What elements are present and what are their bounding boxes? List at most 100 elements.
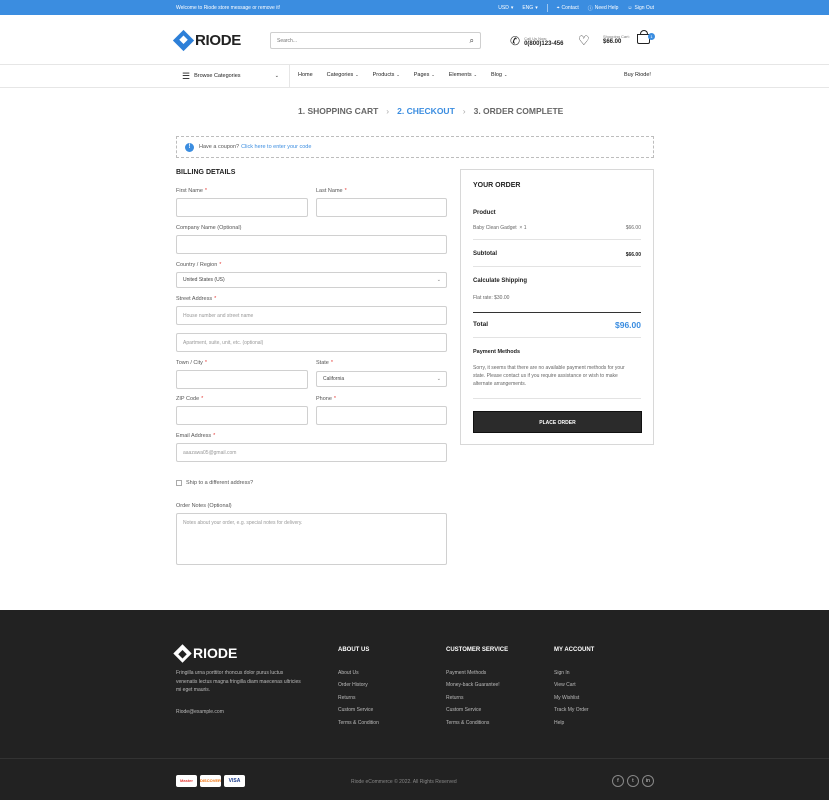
last-name-label: Last Name * [316, 188, 347, 194]
first-name-label: First Name * [176, 188, 208, 194]
facebook-icon[interactable]: f [612, 775, 624, 787]
menu-icon: ☰ [182, 70, 191, 81]
coupon-link[interactable]: Click here to enter your code [241, 144, 311, 150]
coupon-notice: ! Have a coupon? Click here to enter you… [176, 136, 654, 158]
logo-mark-icon [172, 29, 195, 52]
social-links: f t in [612, 775, 654, 787]
chevron-down-icon: ⌄ [504, 72, 508, 77]
chevron-down-icon: ⌄ [473, 72, 477, 77]
chevron-right-icon: › [386, 106, 390, 116]
logo-mark-icon [173, 643, 192, 663]
phone-field[interactable] [316, 406, 447, 425]
place-order-button[interactable]: PLACE ORDER [473, 411, 642, 433]
linkedin-icon[interactable]: in [642, 775, 654, 787]
payment-methods-heading: Payment Methods [473, 349, 521, 355]
town-field[interactable] [176, 370, 308, 389]
footer-link[interactable]: Payment Methods [446, 670, 508, 682]
footer-link[interactable]: View Cart [554, 682, 594, 694]
info-icon: ! [185, 142, 194, 152]
step-checkout[interactable]: 2. CHECKOUT [397, 106, 455, 116]
divider [546, 4, 548, 12]
welcome-message: Welcome to Riode store message or remove… [176, 5, 281, 11]
call-us[interactable]: ✆ Call Us Now: 0(800)123-456 [510, 34, 563, 48]
product-price: $66.00 [625, 225, 641, 231]
company-field[interactable] [176, 235, 447, 254]
cart-summary[interactable]: Shopping Cart: $66.00 [603, 34, 630, 45]
payment-icons: Master DISCOVER VISA [176, 775, 245, 787]
mastercard-icon: Master [176, 775, 197, 787]
footer-logo[interactable]: RIODE [173, 643, 237, 663]
ship-different-checkbox[interactable] [176, 480, 182, 486]
footer-link[interactable]: Custom Service [446, 707, 508, 719]
footer-link[interactable]: Track My Order [554, 707, 594, 719]
first-name-field[interactable] [176, 198, 308, 217]
chevron-down-icon: ▾ [535, 5, 538, 11]
footer-link[interactable]: Returns [446, 695, 508, 707]
state-select[interactable]: California ⌄ [316, 371, 447, 387]
street-address-field[interactable]: House number and street name [176, 306, 447, 325]
shipping-heading: Calculate Shipping [473, 278, 528, 284]
footer-link[interactable]: Help [554, 720, 594, 732]
country-select[interactable]: United States (US) ⌄ [176, 272, 447, 288]
email-field[interactable]: aaazawa05@gmail.com [176, 443, 447, 462]
location-icon: ⌖ [556, 5, 560, 11]
step-order-complete[interactable]: 3. ORDER COMPLETE [474, 106, 564, 116]
last-name-field[interactable] [316, 198, 447, 217]
step-shopping-cart[interactable]: 1. SHOPPING CART [298, 106, 378, 116]
twitter-icon[interactable]: t [627, 775, 639, 787]
total-value: $96.00 [615, 320, 641, 330]
footer-link[interactable]: About Us [338, 670, 379, 682]
divider [473, 398, 641, 399]
product-heading: Product [473, 210, 496, 216]
email-label: Email Address * [176, 433, 216, 439]
chevron-down-icon: ⌄ [355, 72, 359, 77]
footer-link[interactable]: My Wishlist [554, 695, 594, 707]
apartment-field[interactable]: Apartment, suite, unit, etc. (optional) [176, 333, 447, 352]
zip-field[interactable] [176, 406, 308, 425]
nav-item-products[interactable]: Products ⌄ [373, 72, 400, 78]
footer-link[interactable]: Returns [338, 695, 379, 707]
contact-link[interactable]: ⌖ Contact [557, 5, 579, 11]
logo[interactable]: RIODE [172, 29, 241, 52]
search-box: ⌕ [270, 32, 481, 49]
payment-methods-text: Sorry, it seems that there are no availa… [473, 365, 625, 387]
need-help-link[interactable]: ⓘ Need Help [588, 5, 619, 12]
cart-count-badge: 1 [648, 33, 655, 40]
divider [473, 337, 641, 338]
heart-icon[interactable]: ♡ [578, 33, 590, 49]
total-heading: Total [473, 321, 489, 328]
order-summary: YOUR ORDER Product Baby Clean Gadget × 1… [460, 169, 654, 445]
discover-icon: DISCOVER [200, 775, 221, 787]
company-label: Company Name (Optional) [176, 225, 242, 231]
chevron-down-icon: ⌄ [436, 277, 441, 283]
divider [0, 758, 829, 759]
sign-out-link[interactable]: ☺ Sign Out [627, 5, 654, 11]
search-icon[interactable]: ⌕ [470, 36, 474, 46]
footer-link[interactable]: Custom Service [338, 707, 379, 719]
visa-icon: VISA [224, 775, 245, 787]
phone-label: Phone * [316, 396, 337, 402]
currency-selector[interactable]: USD ▾ [498, 5, 513, 11]
ship-different-address[interactable]: Ship to a different address? [176, 480, 253, 486]
chevron-down-icon: ⌄ [436, 376, 441, 382]
footer-link[interactable]: Sign In [554, 670, 594, 682]
language-selector[interactable]: ENG ▾ [522, 5, 537, 11]
nav-item-home[interactable]: Home [298, 72, 313, 78]
order-notes-textarea[interactable]: Notes about your order, e.g. special not… [176, 513, 447, 565]
copyright: Riode eCommerce © 2022. All Rights Reser… [351, 779, 457, 785]
nav-item-blog[interactable]: Blog ⌄ [491, 72, 507, 78]
user-icon: ☺ [627, 5, 633, 11]
nav-item-elements[interactable]: Elements ⌄ [449, 72, 477, 78]
footer-link[interactable]: Order History [338, 682, 379, 694]
header: RIODE ⌕ ✆ Call Us Now: 0(800)123-456 ♡ S… [0, 15, 829, 65]
buy-riode-link[interactable]: Buy Riode! [624, 72, 651, 78]
footer-link[interactable]: Terms & Conditions [446, 720, 508, 732]
nav-menu: Home Categories ⌄ Products ⌄ Pages ⌄ Elemen… [298, 72, 507, 78]
nav-item-pages[interactable]: Pages ⌄ [414, 72, 435, 78]
footer-link[interactable]: Money-back Guarantee! [446, 682, 508, 694]
footer-email[interactable]: Riode@example.com [176, 709, 224, 715]
browse-categories-button[interactable]: ☰ Browse Categories ⌄ [176, 65, 290, 87]
footer-link[interactable]: Terms & Condition [338, 720, 379, 732]
search-input[interactable] [271, 33, 451, 48]
nav-item-categories[interactable]: Categories ⌄ [327, 72, 359, 78]
